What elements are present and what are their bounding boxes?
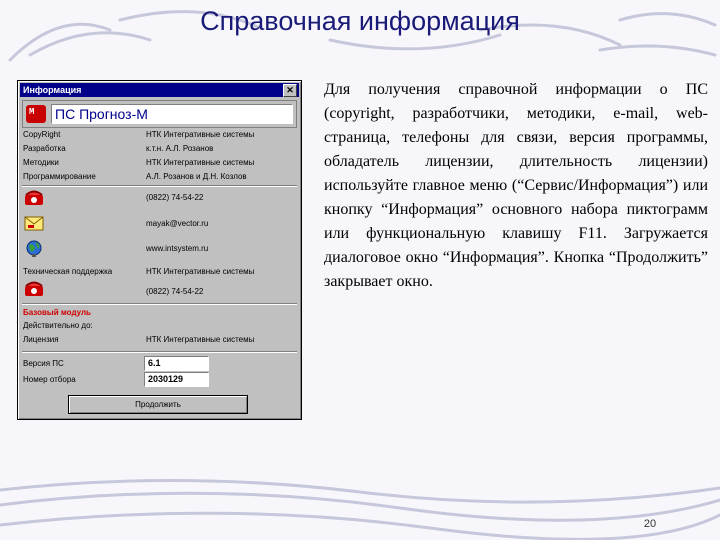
support-phone-icon — [25, 281, 43, 296]
copyright-value: НТК Интегративные системы — [146, 130, 255, 139]
build-label: Номер отбора — [23, 375, 76, 384]
methods-label: Методики — [23, 158, 59, 167]
product-name-field: ПС Прогноз-М — [51, 104, 293, 124]
support-phone: (0822) 74-54-22 — [146, 287, 204, 296]
close-button[interactable]: ✕ — [283, 84, 297, 97]
divider — [22, 303, 297, 305]
info-dialog: Информация ✕ М ПС Прогноз-М CopyRight НТ… — [17, 80, 302, 420]
divider — [22, 351, 297, 353]
license-value: НТК Интегративные системы — [146, 335, 255, 344]
license-header: Базовый модуль — [23, 308, 91, 317]
support-value: НТК Интегративные системы — [146, 267, 255, 276]
programming-value: А.Л. Розанов и Д.Н. Козлов — [146, 172, 247, 181]
product-logo-text: М — [29, 107, 35, 117]
version-label: Версия ПС — [23, 359, 64, 368]
dialog-title: Информация — [23, 85, 82, 95]
development-value: к.т.н. А.Л. Розанов — [146, 144, 214, 153]
product-box: М ПС Прогноз-М — [22, 100, 297, 128]
contact-email: mayak@vector.ru — [146, 219, 209, 228]
page-number: 20 — [643, 518, 657, 530]
support-label: Техническая поддержка — [23, 267, 113, 276]
build-field: 2030129 — [144, 372, 209, 387]
programming-label: Программирование — [23, 172, 96, 181]
product-logo-icon: М — [26, 105, 46, 123]
product-name: ПС Прогноз-М — [55, 106, 148, 122]
development-label: Разработка — [23, 144, 66, 153]
instruction-text: Для получения справочной информации о ПС… — [324, 81, 708, 290]
continue-button[interactable]: Продолжить — [68, 395, 248, 414]
license-label: Лицензия — [23, 335, 59, 344]
version-field: 6.1 — [144, 356, 209, 371]
copyright-label: CopyRight — [23, 130, 61, 139]
divider — [22, 185, 297, 187]
slide-title: Справочная информация — [200, 6, 520, 36]
mail-icon — [24, 216, 44, 231]
phone-icon — [25, 190, 43, 205]
methods-value: НТК Интегративные системы — [146, 158, 255, 167]
globe-icon — [26, 240, 42, 257]
valid-until-label: Действительно до: — [23, 321, 93, 330]
contact-web: www.intsystem.ru — [146, 244, 209, 253]
dialog-titlebar: Информация ✕ — [20, 83, 299, 97]
contact-phone: (0822) 74-54-22 — [146, 193, 204, 202]
